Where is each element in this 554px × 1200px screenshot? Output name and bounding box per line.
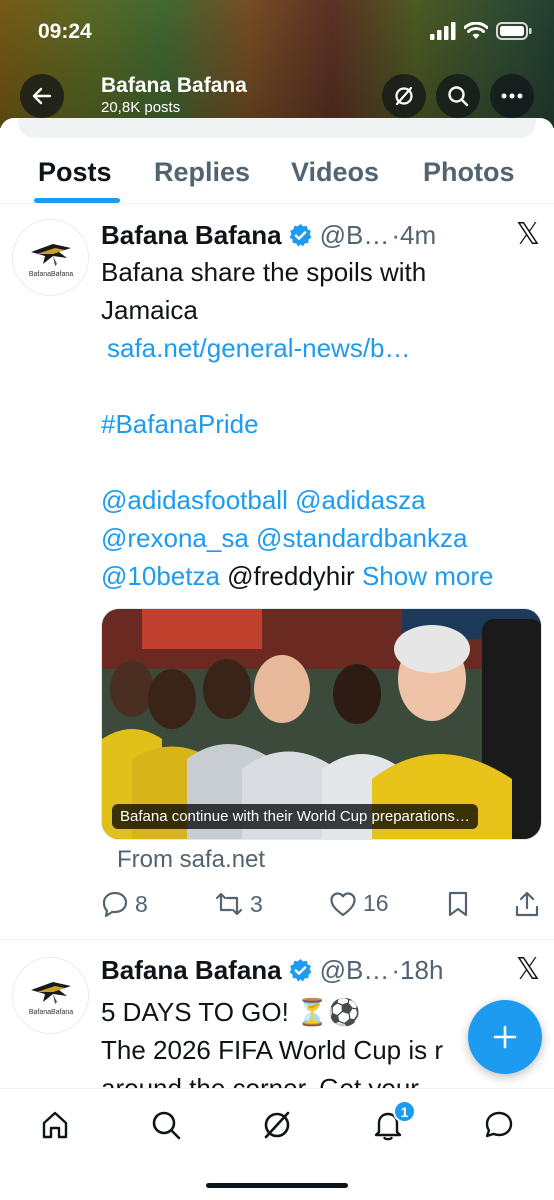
plus-icon — [493, 1025, 517, 1049]
link-card-image[interactable]: Bafana continue with their World Cup pre… — [101, 608, 542, 840]
nav-grok[interactable] — [257, 1105, 297, 1145]
share-button[interactable] — [513, 890, 541, 918]
reply-button[interactable]: 8 — [101, 890, 148, 918]
post-author-row: Bafana Bafana @B… ·4m — [101, 217, 436, 253]
share-icon — [515, 891, 539, 917]
mention-link[interactable]: @rexona_sa — [101, 523, 249, 553]
tab-posts[interactable]: Posts — [38, 157, 112, 188]
grok-icon — [395, 86, 413, 106]
show-more-link[interactable]: Show more — [362, 561, 494, 591]
author-name[interactable]: Bafana Bafana — [101, 220, 282, 251]
grok-button[interactable] — [382, 74, 426, 118]
home-icon — [42, 1111, 68, 1139]
nav-search[interactable] — [146, 1105, 186, 1145]
post-text-line: Bafana share the spoils with — [101, 257, 427, 287]
x-logo-icon: 𝕏 — [515, 217, 540, 252]
more-options-button[interactable] — [490, 74, 534, 118]
hashtag-link[interactable]: #BafanaPride — [101, 409, 259, 439]
search-icon — [152, 1111, 181, 1140]
x-logo-icon: 𝕏 — [515, 952, 540, 987]
profile-header: Bafana Bafana 20,8K posts — [0, 70, 554, 120]
card-source[interactable]: From safa.net — [117, 846, 265, 874]
svg-text:BafanaBafana: BafanaBafana — [28, 271, 72, 278]
like-count: 16 — [363, 890, 389, 916]
nav-home[interactable] — [35, 1105, 75, 1145]
bafana-logo-icon: BafanaBafana — [28, 243, 73, 278]
bookmark-icon — [448, 891, 468, 917]
arrow-left-icon — [32, 87, 52, 105]
search-icon — [448, 86, 469, 107]
status-icons — [430, 22, 532, 40]
wifi-icon — [464, 22, 488, 39]
repost-count: 3 — [250, 890, 263, 917]
author-handle[interactable]: @B… — [320, 220, 390, 251]
post-text: Bafana share the spoils with Jamaica saf… — [101, 253, 541, 595]
post[interactable]: BafanaBafana Bafana Bafana @B… ·4m 𝕏 Baf… — [0, 205, 554, 940]
post-time: ·18h — [391, 954, 444, 985]
profile-tabs: Posts Replies Videos Photos — [0, 140, 554, 204]
mention-link[interactable]: @adidasza — [295, 485, 425, 515]
header-title: Bafana Bafana — [101, 74, 247, 97]
post-link[interactable]: safa.net/general-news/b… — [107, 333, 411, 363]
verified-badge-icon — [289, 958, 312, 981]
nav-messages[interactable] — [479, 1105, 519, 1145]
tab-videos[interactable]: Videos — [291, 157, 379, 188]
notifications-badge: 1 — [393, 1100, 416, 1123]
back-button[interactable] — [20, 74, 64, 118]
like-button[interactable]: 16 — [329, 890, 389, 917]
post-text-line: Jamaica — [101, 295, 198, 325]
mention-link[interactable]: @adidasfootball — [101, 485, 288, 515]
tab-photos[interactable]: Photos — [423, 157, 515, 188]
status-time: 09:24 — [38, 20, 92, 43]
sheet-edge — [0, 118, 554, 140]
svg-text:BafanaBafana: BafanaBafana — [28, 1009, 72, 1016]
signal-icon — [430, 22, 456, 40]
tab-replies[interactable]: Replies — [154, 157, 250, 188]
heart-icon — [330, 891, 356, 916]
post-time: ·4m — [391, 219, 437, 250]
compose-button[interactable] — [468, 1000, 542, 1074]
more-icon — [501, 93, 523, 99]
search-button[interactable] — [436, 74, 480, 118]
reply-icon — [102, 891, 128, 918]
post-actions: 8 3 16 — [101, 890, 546, 926]
post[interactable]: BafanaBafana Bafana Bafana @B… ·18h 𝕏 5 … — [0, 941, 554, 1103]
bookmark-button[interactable] — [446, 890, 470, 918]
author-name[interactable]: Bafana Bafana — [101, 955, 282, 986]
battery-icon — [496, 22, 532, 40]
repost-icon — [215, 892, 243, 916]
bottom-nav: 1 — [0, 1088, 554, 1200]
active-tab-indicator — [34, 198, 120, 203]
reply-count: 8 — [135, 890, 148, 917]
mention-text[interactable]: @freddyhir — [227, 561, 355, 591]
home-indicator — [206, 1183, 348, 1188]
messages-icon — [485, 1111, 513, 1138]
status-bar: 09:24 — [0, 0, 554, 66]
header-post-count: 20,8K posts — [101, 99, 181, 116]
avatar[interactable]: BafanaBafana — [12, 957, 89, 1034]
card-caption: Bafana continue with their World Cup pre… — [112, 804, 478, 829]
bafana-logo-icon: BafanaBafana — [28, 981, 73, 1016]
author-handle[interactable]: @B… — [320, 955, 390, 986]
avatar[interactable]: BafanaBafana — [12, 219, 89, 296]
verified-badge-icon — [289, 223, 312, 246]
post-author-row: Bafana Bafana @B… ·18h — [101, 952, 443, 988]
grok-icon — [264, 1111, 290, 1139]
mention-link[interactable]: @10betza — [101, 561, 220, 591]
repost-button[interactable]: 3 — [214, 890, 263, 918]
mention-link[interactable]: @standardbankza — [256, 523, 467, 553]
